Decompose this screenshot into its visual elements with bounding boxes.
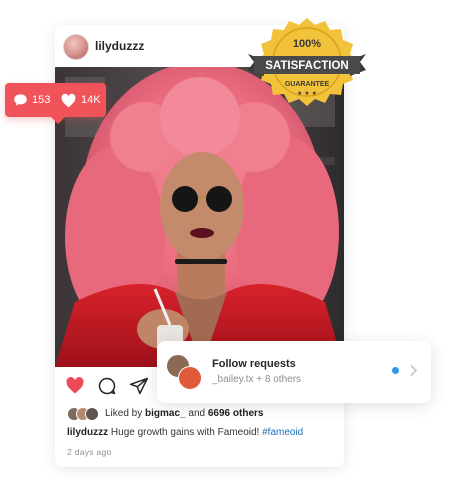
follow-requests-notification[interactable]: Follow requests _bailey.tx + 8 others <box>157 341 431 403</box>
chevron-right-icon[interactable] <box>408 364 418 377</box>
caption-username[interactable]: lilyduzzz <box>67 427 108 438</box>
follow-requests-title: Follow requests <box>212 358 296 370</box>
likes-count: 6696 <box>207 408 231 419</box>
comment-icon <box>13 93 28 107</box>
caption: lilyduzzz Huge growth gains with Fameoid… <box>67 427 303 438</box>
engagement-badge: 153 14K <box>5 83 106 124</box>
unread-dot <box>392 367 399 374</box>
satisfaction-guarantee-seal: 100% SATISFACTION GUARANTEE ★ ★ ★ <box>246 16 368 114</box>
like-count: 14K <box>81 94 101 106</box>
likes-and: and <box>188 408 206 419</box>
seal-banner-text: SATISFACTION <box>265 60 348 72</box>
svg-text:★ ★ ★: ★ ★ ★ <box>297 90 317 97</box>
caption-hashtag[interactable]: #fameoid <box>262 427 303 438</box>
follow-requests-subtitle: _bailey.tx + 8 others <box>212 374 302 385</box>
post-username[interactable]: lilyduzzz <box>95 39 144 53</box>
seal-top-text: 100% <box>293 38 321 50</box>
share-icon[interactable] <box>129 376 149 396</box>
liked-by-user[interactable]: bigmac_ <box>145 408 186 419</box>
seal-bottom-text: GUARANTEE <box>285 81 330 88</box>
post-timestamp: 2 days ago <box>67 447 112 457</box>
heart-icon[interactable] <box>65 376 85 396</box>
comment-icon[interactable] <box>97 376 117 396</box>
heart-icon <box>60 93 77 108</box>
likes-summary: Liked by bigmac_ and 6696 others <box>67 406 337 422</box>
post-actions <box>65 376 165 398</box>
avatar <box>178 366 202 390</box>
avatar <box>85 407 99 421</box>
liker-avatars <box>67 407 99 421</box>
likes-others[interactable]: others <box>233 408 264 419</box>
likes-prefix: Liked by <box>105 408 143 419</box>
follow-request-avatars <box>166 354 202 390</box>
comment-count: 153 <box>32 94 51 106</box>
likes-text[interactable]: Liked by bigmac_ and 6696 others <box>105 408 263 419</box>
caption-text: Huge growth gains with Fameoid! <box>110 427 260 438</box>
avatar[interactable] <box>63 34 89 60</box>
